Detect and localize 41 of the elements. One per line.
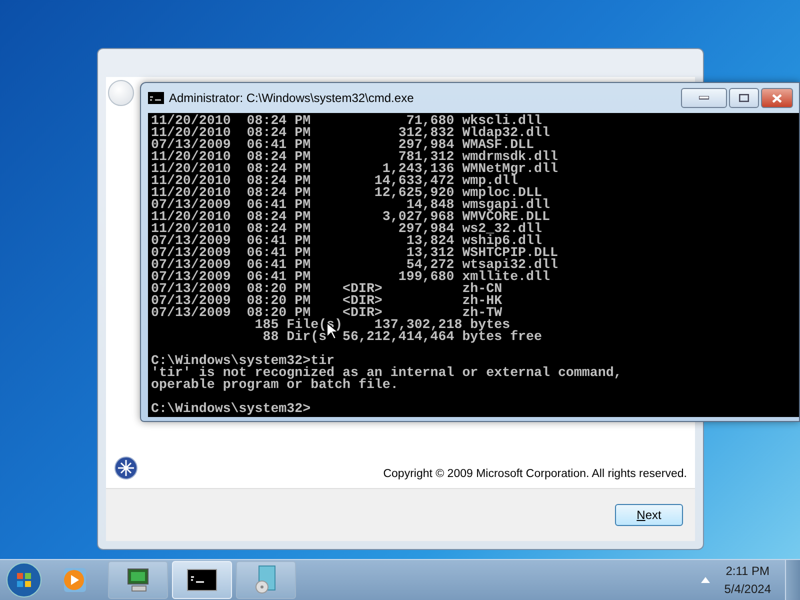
maximize-button[interactable] [729,88,759,108]
start-button[interactable] [6,562,42,598]
window-title: Administrator: C:\Windows\system32\cmd.exe [169,91,415,105]
console-icon [148,92,164,104]
console-line: 88 Dir(s 56,212,414,464 bytes free [262,331,543,343]
console-line: C:\Windows\system32> [151,403,312,415]
console-line: 07/13/2009 06:41 PM 54,272 wtsapi32.dll [151,259,559,271]
console-line: 11/20/2010 08:24 PM 781,312 wmdrmsdk.dll [151,151,559,163]
clock-date: 5/4/2024 [724,581,771,598]
console-line: C:\Windows\system32>tir [151,355,336,367]
console-line: 07/13/2009 08:20 PM <DIR> zh-CN [151,283,504,295]
console-line: 185 File(s) 137,302,218 bytes [254,319,510,331]
console-line: 11/20/2010 08:24 PM 71,680 wkscli.dll [151,115,542,127]
close-icon [772,94,782,102]
show-hidden-icons-icon[interactable] [701,577,710,583]
minimize-button[interactable] [681,88,727,108]
copyright-text: Copyright © 2009 Microsoft Corporation. All rights reserved. [383,468,687,480]
maximize-icon [739,94,749,102]
console-line: 07/13/2009 06:41 PM 199,680 xmllite.dll [151,271,550,283]
console-line: 11/20/2010 08:24 PM 312,832 Wldap32.dll [151,127,551,139]
minimize-icon [699,96,709,100]
console-line: operable program or batch file. [151,379,400,391]
console-icon [187,569,217,591]
console-line: 11/20/2010 08:24 PM 1,243,136 WMNetMgr.dll [151,163,559,175]
console-line: 07/13/2009 06:41 PM 13,312 WSHTCPIP.DLL [151,247,559,259]
console-line: 11/20/2010 08:24 PM 12,625,920 wmploc.DLL [151,187,542,199]
next-button[interactable]: Next [615,504,683,526]
console-line: 11/20/2010 08:24 PM 14,633,472 wmp.dll [151,175,518,187]
console-line: 11/20/2010 08:24 PM 3,027,968 WMVCORE.DLL [151,211,551,223]
close-button[interactable] [761,88,793,108]
console-line: 11/20/2010 08:24 PM 297,984 ws2_32.dll [151,223,543,235]
console-line: 'tir' is not recognized as an internal or external command, [151,367,623,379]
clock[interactable]: 2:11 PM 5/4/2024 [724,562,771,598]
console-line: 07/13/2009 06:41 PM 297,984 WMASF.DLL [151,139,534,151]
clock-time: 2:11 PM [726,563,770,580]
console-line: 07/13/2009 08:20 PM <DIR> zh-HK [151,295,504,307]
globe-icon [114,456,138,480]
console-line: 07/13/2009 08:20 PM <DIR> zh-TW [151,307,502,319]
console-line: 07/13/2009 06:41 PM 14,848 wmsgapi.dll [151,199,551,211]
console-line: 07/13/2009 06:41 PM 13,824 wship6.dll [151,235,542,247]
show-desktop-button[interactable] [785,560,800,600]
